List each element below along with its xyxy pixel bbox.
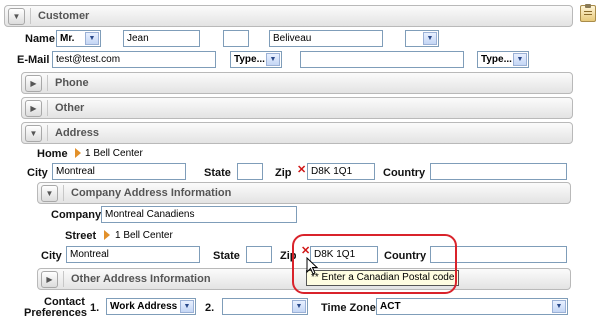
collapse-toggle-icon[interactable]: ▼ (41, 184, 58, 202)
email2-input[interactable] (300, 51, 464, 68)
suffix-select[interactable]: ▼ (405, 30, 439, 47)
name-label: Name (25, 33, 55, 45)
last-name-input[interactable]: Beliveau (269, 30, 383, 47)
expand-toggle-icon[interactable]: ▶ (25, 74, 42, 92)
link-arrow-icon (104, 230, 110, 240)
chevron-down-icon: ▼ (513, 53, 527, 66)
address-section-title: Address (55, 127, 100, 139)
street-address-link[interactable]: 1 Bell Center (115, 230, 173, 241)
timezone-select[interactable]: ACT ▼ (376, 298, 568, 315)
other-address-section-title: Other Address Information (71, 273, 211, 285)
company-input[interactable]: Montreal Canadiens (101, 206, 297, 223)
company-city-input[interactable]: Montreal (66, 246, 200, 263)
collapse-toggle-icon[interactable]: ▼ (8, 7, 25, 25)
home-address-link[interactable]: 1 Bell Center (85, 148, 143, 159)
company-state-input[interactable] (246, 246, 272, 263)
contact-preferences-label-line2: Preferences (24, 307, 87, 319)
chevron-down-icon: ▼ (552, 300, 566, 313)
chevron-down-icon: ▼ (266, 53, 280, 66)
timezone-label: Time Zone (321, 302, 376, 314)
error-x-icon: ✕ (297, 164, 307, 176)
home-country-input[interactable] (430, 163, 567, 180)
email-type-select[interactable]: Type... ▼ (230, 51, 282, 68)
company-address-section-title: Company Address Information (71, 187, 232, 199)
country-label: Country (383, 167, 426, 179)
preference-1-select[interactable]: Work Address ▼ (106, 298, 196, 315)
other-section-title: Other (55, 102, 85, 114)
home-city-input[interactable]: Montreal (52, 163, 186, 180)
clipboard-icon[interactable] (580, 4, 596, 22)
email-input[interactable]: test@test.com (52, 51, 216, 68)
company-label: Company (51, 209, 102, 221)
link-arrow-icon (75, 148, 81, 158)
email-label: E-Mail (17, 54, 50, 66)
collapse-toggle-icon[interactable]: ▼ (25, 124, 42, 142)
chevron-down-icon: ▼ (85, 32, 99, 45)
city-label: City (27, 167, 48, 179)
expand-toggle-icon[interactable]: ▶ (41, 270, 58, 288)
city-label: City (41, 250, 62, 262)
first-name-input[interactable]: Jean (123, 30, 200, 47)
phone-section-title: Phone (55, 77, 89, 89)
home-zip-input[interactable]: D8K 1Q1 (307, 163, 375, 180)
customer-section-header[interactable]: ▼ Customer (4, 5, 573, 27)
customer-section-title: Customer (38, 10, 90, 22)
state-label: State (213, 250, 240, 262)
email2-type-select[interactable]: Type... ▼ (477, 51, 529, 68)
expand-toggle-icon[interactable]: ▶ (25, 99, 42, 117)
other-section-header[interactable]: ▶ Other (21, 97, 573, 119)
chevron-down-icon: ▼ (423, 32, 437, 45)
salutation-select[interactable]: Mr. ▼ (56, 30, 101, 47)
preference-1-number: 1. (90, 302, 100, 314)
home-label: Home (37, 148, 68, 160)
address-section-header[interactable]: ▼ Address (21, 122, 573, 144)
company-address-section-header[interactable]: ▼ Company Address Information (37, 182, 571, 204)
chevron-down-icon: ▼ (180, 300, 194, 313)
highlight-ring (292, 234, 457, 294)
zip-label: Zip (275, 167, 292, 179)
home-state-input[interactable] (237, 163, 263, 180)
phone-section-header[interactable]: ▶ Phone (21, 72, 573, 94)
chevron-down-icon: ▼ (292, 300, 306, 313)
preference-2-number: 2. (205, 302, 215, 314)
middle-name-input[interactable] (223, 30, 249, 47)
state-label: State (204, 167, 231, 179)
street-label: Street (65, 230, 97, 242)
preference-2-select[interactable]: ▼ (222, 298, 308, 315)
